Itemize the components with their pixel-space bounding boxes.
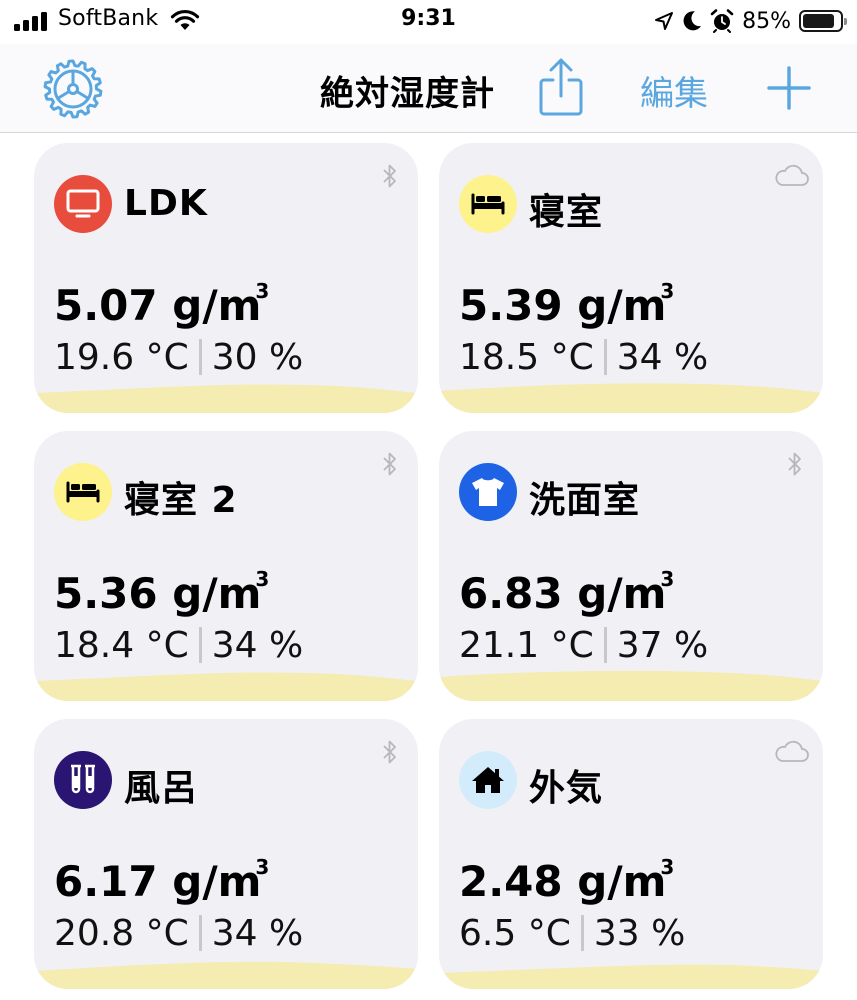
cloud-icon bbox=[775, 740, 809, 762]
humidity-wave bbox=[439, 670, 823, 701]
room-card-bedroom-2[interactable]: 寝室 2 5.36 g/m3 18.4 °C 34 % bbox=[34, 431, 418, 701]
room-name: 外気 bbox=[529, 768, 604, 809]
absolute-humidity: 5.39 g/m3 bbox=[459, 279, 675, 330]
tshirt-icon bbox=[459, 463, 517, 521]
temperature: 20.8 °C bbox=[54, 913, 189, 954]
humidity-wave bbox=[439, 383, 823, 413]
room-name: 寝室 bbox=[529, 192, 604, 233]
room-card-bedroom[interactable]: 寝室 5.39 g/m3 18.5 °C 34 % bbox=[439, 143, 823, 413]
temp-humidity-line: 20.8 °C 34 % bbox=[54, 913, 303, 954]
room-name: LDK bbox=[124, 183, 208, 224]
status-bar: SoftBank 9:31 85% bbox=[0, 0, 857, 44]
room-name: 風呂 bbox=[124, 768, 199, 809]
room-card-washroom[interactable]: 洗面室 6.83 g/m3 21.1 °C 37 % bbox=[439, 431, 823, 701]
bed-icon bbox=[54, 463, 112, 521]
temperature: 18.5 °C bbox=[459, 337, 594, 378]
humidity-wave bbox=[34, 672, 418, 701]
divider bbox=[580, 915, 584, 951]
bed-icon bbox=[459, 175, 517, 233]
navigation-bar: 絶対湿度計 編集 bbox=[0, 44, 857, 133]
room-card-ldk[interactable]: LDK 5.07 g/m3 19.6 °C 30 % bbox=[34, 143, 418, 413]
temperature: 18.4 °C bbox=[54, 625, 189, 666]
share-icon[interactable] bbox=[536, 56, 586, 118]
room-name: 洗面室 bbox=[529, 480, 641, 521]
room-card-bath[interactable]: 風呂 6.17 g/m3 20.8 °C 34 % bbox=[34, 719, 418, 989]
temp-humidity-line: 6.5 °C 33 % bbox=[459, 913, 685, 954]
bluetooth-icon bbox=[383, 740, 396, 764]
temp-humidity-line: 18.4 °C 34 % bbox=[54, 625, 303, 666]
absolute-humidity: 5.36 g/m3 bbox=[54, 567, 270, 618]
test-tubes-icon bbox=[54, 751, 112, 809]
humidity-wave bbox=[439, 964, 823, 989]
room-card-outside[interactable]: 外気 2.48 g/m3 6.5 °C 33 % bbox=[439, 719, 823, 989]
room-grid: LDK 5.07 g/m3 19.6 °C 30 % 寝室 5.39 g/m3 1… bbox=[0, 133, 857, 1000]
relative-humidity: 30 % bbox=[211, 337, 304, 378]
divider bbox=[198, 627, 202, 663]
divider bbox=[603, 627, 607, 663]
divider bbox=[198, 915, 202, 951]
alarm-icon bbox=[710, 9, 734, 33]
room-name: 寝室 2 bbox=[124, 480, 238, 521]
tv-icon bbox=[54, 175, 112, 233]
battery-percent: 85% bbox=[742, 8, 791, 34]
page-title: 絶対湿度計 bbox=[320, 74, 495, 114]
settings-gear-icon[interactable] bbox=[42, 58, 104, 120]
temp-humidity-line: 19.6 °C 30 % bbox=[54, 337, 303, 378]
humidity-wave bbox=[34, 961, 418, 989]
relative-humidity: 33 % bbox=[593, 913, 686, 954]
temp-humidity-line: 18.5 °C 34 % bbox=[459, 337, 708, 378]
absolute-humidity: 6.17 g/m3 bbox=[54, 855, 270, 906]
absolute-humidity: 5.07 g/m3 bbox=[54, 279, 270, 330]
temperature: 21.1 °C bbox=[459, 625, 594, 666]
cloud-icon bbox=[775, 164, 809, 186]
relative-humidity: 37 % bbox=[616, 625, 709, 666]
moon-icon bbox=[683, 11, 702, 31]
temperature: 19.6 °C bbox=[54, 337, 189, 378]
divider bbox=[198, 339, 202, 375]
relative-humidity: 34 % bbox=[211, 913, 304, 954]
house-icon bbox=[459, 751, 517, 809]
bluetooth-icon bbox=[383, 452, 396, 476]
temp-humidity-line: 21.1 °C 37 % bbox=[459, 625, 708, 666]
relative-humidity: 34 % bbox=[616, 337, 709, 378]
divider bbox=[603, 339, 607, 375]
edit-button[interactable]: 編集 bbox=[640, 66, 708, 115]
add-icon[interactable] bbox=[765, 64, 813, 112]
temperature: 6.5 °C bbox=[459, 913, 571, 954]
battery-icon bbox=[799, 10, 847, 32]
absolute-humidity: 6.83 g/m3 bbox=[459, 567, 675, 618]
relative-humidity: 34 % bbox=[211, 625, 304, 666]
humidity-wave bbox=[34, 384, 418, 413]
bluetooth-icon bbox=[788, 452, 801, 476]
location-arrow-icon bbox=[655, 12, 674, 30]
absolute-humidity: 2.48 g/m3 bbox=[459, 855, 675, 906]
bluetooth-icon bbox=[383, 164, 396, 188]
